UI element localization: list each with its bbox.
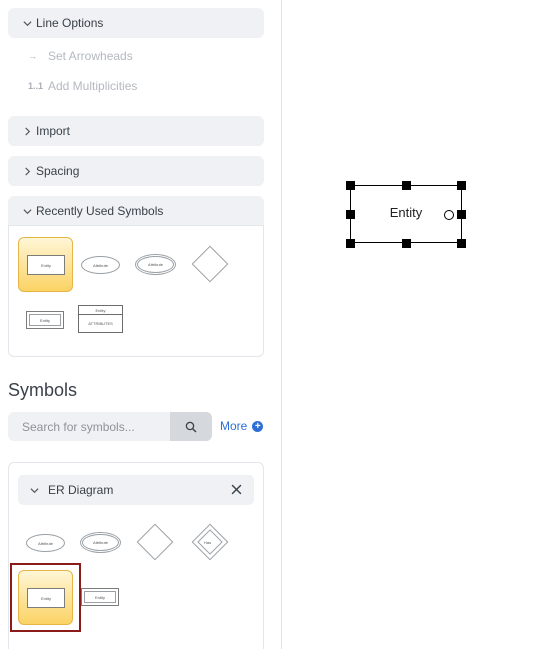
set-arrowheads-option: → Set Arrowheads: [28, 49, 133, 63]
rotate-handle[interactable]: [444, 210, 454, 220]
search-input[interactable]: [8, 412, 170, 441]
resize-handle-bottom[interactable]: [402, 239, 411, 248]
entity-table-body: ATTRIBUTES: [88, 320, 113, 326]
spacing-header[interactable]: Spacing: [8, 156, 264, 186]
set-arrowheads-label: Set Arrowheads: [48, 49, 133, 63]
er-diagram-label: ER Diagram: [48, 483, 114, 497]
resize-handle-right[interactable]: [457, 210, 466, 219]
arrow-right-icon: →: [28, 51, 37, 61]
more-label: More: [220, 419, 248, 433]
search-button[interactable]: [170, 412, 212, 441]
close-icon[interactable]: [231, 484, 242, 495]
import-label: Import: [36, 124, 71, 138]
import-header[interactable]: Import: [8, 116, 264, 146]
sidebar: Line Options → Set Arrowheads 1..1 Add M…: [0, 0, 282, 649]
resize-handle-bottom-right[interactable]: [457, 239, 466, 248]
er-weak-entity-symbol[interactable]: Entity: [81, 588, 119, 606]
recent-entity-table-symbol[interactable]: Entity ATTRIBUTES: [78, 305, 123, 333]
resize-handle-left[interactable]: [346, 210, 355, 219]
resize-handle-top[interactable]: [402, 181, 411, 190]
recent-entity-symbol[interactable]: Entity: [18, 237, 73, 292]
line-options-header[interactable]: Line Options: [8, 8, 264, 38]
spacing-label: Spacing: [36, 164, 80, 178]
diagram-canvas[interactable]: [282, 0, 553, 649]
chevron-down-icon: [30, 486, 44, 495]
symbols-title: Symbols: [8, 380, 78, 400]
er-attribute-symbol[interactable]: Attribute: [26, 534, 65, 552]
chevron-down-icon: [20, 16, 34, 30]
er-multivalued-attribute-symbol[interactable]: Attribute: [82, 534, 119, 551]
recent-attribute-symbol[interactable]: Attribute: [81, 256, 120, 274]
recently-used-label: Recently Used Symbols: [36, 204, 164, 218]
resize-handle-top-right[interactable]: [457, 181, 466, 190]
resize-handle-top-left[interactable]: [346, 181, 355, 190]
chevron-down-icon: [20, 204, 34, 218]
selection-highlight: [10, 563, 81, 632]
chevron-right-icon: [20, 164, 34, 178]
weak-relationship-label: Has: [204, 540, 212, 545]
more-symbols-link[interactable]: More +: [220, 419, 264, 433]
entity-table-title: Entity: [79, 306, 122, 315]
add-multiplicities-label: Add Multiplicities: [48, 79, 138, 93]
recently-used-header[interactable]: Recently Used Symbols: [8, 196, 264, 226]
multiplicity-icon: 1..1: [28, 81, 44, 91]
resize-handle-bottom-left[interactable]: [346, 239, 355, 248]
entity-shape-preview: Entity: [27, 255, 65, 275]
add-multiplicities-option: 1..1 Add Multiplicities: [28, 79, 137, 93]
plus-circle-icon: +: [252, 420, 264, 432]
er-diagram-header[interactable]: ER Diagram: [18, 475, 254, 505]
recent-multivalued-attribute-symbol[interactable]: Attribute: [137, 256, 174, 273]
chevron-right-icon: [20, 124, 34, 138]
search-icon: [185, 421, 197, 432]
line-options-label: Line Options: [36, 16, 104, 30]
recent-weak-entity-symbol[interactable]: Entity: [26, 311, 64, 329]
symbol-search: [8, 412, 212, 441]
